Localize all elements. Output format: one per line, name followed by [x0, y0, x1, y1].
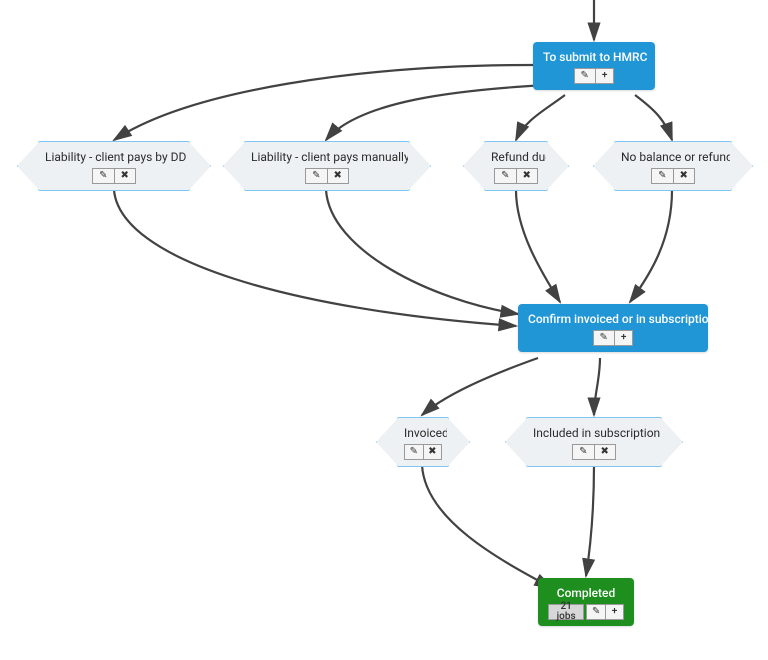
- node-label: No balance or refund: [621, 150, 725, 164]
- delete-icon[interactable]: ✖: [328, 168, 349, 184]
- jobs-badge: 21 jobs: [548, 604, 584, 620]
- node-no-balance[interactable]: No balance or refund ✎ ✖: [614, 141, 732, 191]
- node-completed[interactable]: Completed 21 jobs ✎ +: [538, 578, 634, 626]
- edit-icon[interactable]: ✎: [651, 168, 673, 184]
- node-actions: ✎ ✖: [251, 168, 403, 184]
- node-actions: 21 jobs ✎ +: [548, 604, 624, 620]
- node-label: Included in subscription: [533, 426, 655, 440]
- edit-icon[interactable]: ✎: [574, 68, 596, 84]
- edit-icon[interactable]: ✎: [586, 604, 606, 620]
- node-liability-manual[interactable]: Liability - client pays manually ✎ ✖: [244, 141, 410, 191]
- delete-icon[interactable]: ✖: [424, 444, 443, 460]
- node-label: Invoiced: [404, 426, 442, 440]
- node-label: Completed: [548, 586, 624, 600]
- node-label: Confirm invoiced or in subscription: [528, 312, 698, 326]
- node-actions: ✎ ✖: [45, 168, 183, 184]
- node-submit-to-hmrc[interactable]: To submit to HMRC ✎ +: [533, 42, 655, 90]
- node-invoiced[interactable]: Invoiced ✎ ✖: [397, 417, 449, 467]
- add-icon[interactable]: +: [606, 604, 624, 620]
- edit-icon[interactable]: ✎: [92, 168, 114, 184]
- node-label: Liability - client pays manually: [251, 150, 403, 164]
- node-confirm-invoiced[interactable]: Confirm invoiced or in subscription ✎ +: [518, 304, 708, 352]
- delete-icon[interactable]: ✖: [674, 168, 695, 184]
- node-label: Refund due: [491, 150, 541, 164]
- edit-icon[interactable]: ✎: [305, 168, 327, 184]
- node-label: Liability - client pays by DD: [45, 150, 183, 164]
- delete-icon[interactable]: ✖: [115, 168, 136, 184]
- edit-icon[interactable]: ✎: [572, 444, 594, 460]
- delete-icon[interactable]: ✖: [595, 444, 616, 460]
- node-liability-dd[interactable]: Liability - client pays by DD ✎ ✖: [38, 141, 190, 191]
- add-icon[interactable]: +: [615, 330, 634, 346]
- node-actions: ✎ +: [543, 68, 645, 84]
- node-included-subscription[interactable]: Included in subscription ✎ ✖: [526, 417, 662, 467]
- edit-icon[interactable]: ✎: [494, 168, 516, 184]
- edit-icon[interactable]: ✎: [593, 330, 615, 346]
- edit-icon[interactable]: ✎: [404, 444, 424, 460]
- node-actions: ✎ ✖: [621, 168, 725, 184]
- add-icon[interactable]: +: [596, 68, 615, 84]
- node-actions: ✎ ✖: [491, 168, 541, 184]
- node-actions: ✎ ✖: [404, 444, 442, 460]
- delete-icon[interactable]: ✖: [517, 168, 538, 184]
- node-actions: ✎ ✖: [533, 444, 655, 460]
- node-refund-due[interactable]: Refund due ✎ ✖: [484, 141, 548, 191]
- node-label: To submit to HMRC: [543, 50, 645, 64]
- node-actions: ✎ +: [528, 330, 698, 346]
